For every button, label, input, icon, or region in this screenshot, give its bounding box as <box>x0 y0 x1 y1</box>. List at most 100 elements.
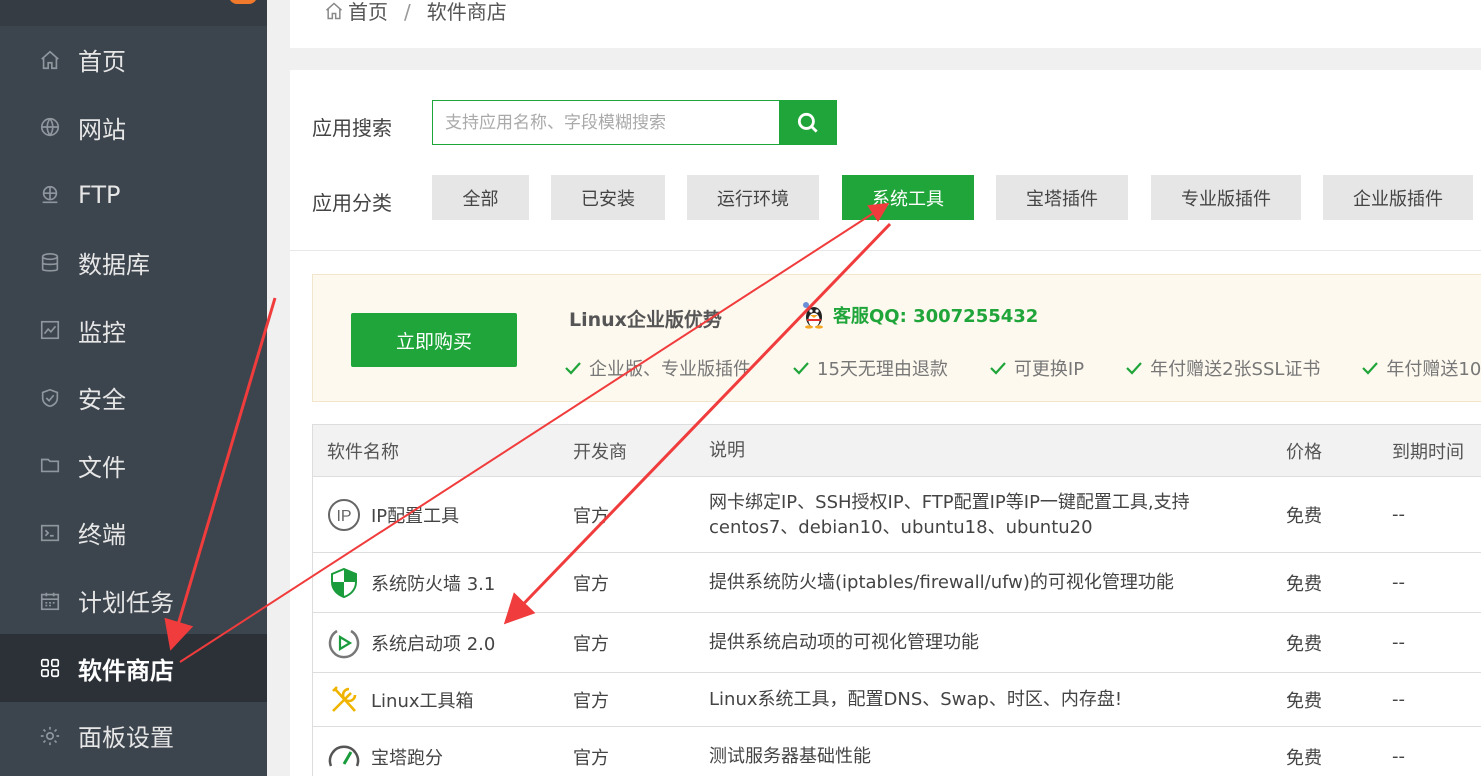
column-header-name[interactable]: 软件名称 <box>313 438 559 464</box>
expire-cell: -- <box>1392 504 1405 525</box>
grid-icon <box>38 656 62 680</box>
search-label: 应用搜索 <box>312 116 392 140</box>
sidebar-item-settings[interactable]: 面板设置 <box>0 702 267 770</box>
category-label: 应用分类 <box>312 191 392 215</box>
category-runtime-button[interactable]: 运行环境 <box>687 175 819 220</box>
qq-penguin-icon <box>801 301 827 329</box>
expire-cell: -- <box>1392 746 1405 767</box>
software-name-cell[interactable]: Linux工具箱 <box>313 683 559 717</box>
sidebar-item-label: 网站 <box>78 115 126 144</box>
price-cell: 免费 <box>1286 633 1322 655</box>
qq-label: 客服QQ: 3007255432 <box>833 306 1039 327</box>
search-input[interactable] <box>445 112 780 133</box>
promo-title: Linux企业版优势 <box>569 309 722 331</box>
developer-cell: 官方 <box>573 747 609 769</box>
sidebar-item-label: 首页 <box>78 48 126 77</box>
sidebar-item-security[interactable]: 安全 <box>0 364 267 432</box>
sidebar-item-store[interactable]: 软件商店 <box>0 634 267 702</box>
promo-feature: 可更换IP <box>988 355 1084 381</box>
monitor-icon <box>38 318 62 342</box>
sidebar: 首页 网站 FTP 数据库 监控 安全 文件 终端 计划任务 软件商店 面板设置 <box>0 0 267 776</box>
sidebar-item-files[interactable]: 文件 <box>0 432 267 500</box>
developer-cell: 官方 <box>573 505 609 527</box>
category-enterprise-plugins-button[interactable]: 企业版插件 <box>1323 175 1473 220</box>
sidebar-nav: 首页 网站 FTP 数据库 监控 安全 文件 终端 计划任务 软件商店 面板设置 <box>0 26 267 770</box>
promo-feature: 15天无理由退款 <box>791 355 948 381</box>
price-cell: 免费 <box>1286 690 1322 712</box>
category-pro-plugins-button[interactable]: 专业版插件 <box>1151 175 1301 220</box>
shield-icon <box>38 386 62 410</box>
search-box <box>432 100 780 145</box>
software-name-cell[interactable]: 宝塔跑分 <box>313 740 559 774</box>
description-cell: 网卡绑定IP、SSH授权IP、FTP配置IP等IP一键配置工具,支持centos… <box>709 491 1190 538</box>
description-cell: Linux系统工具，配置DNS、Swap、时区、内存盘! <box>709 689 1123 710</box>
sidebar-item-label: 计划任务 <box>78 589 174 618</box>
gear-icon <box>38 724 62 748</box>
promo-features: 企业版、专业版插件 15天无理由退款 可更换IP 年付赠送2张SSL证书 年付赠… <box>563 355 1481 381</box>
check-icon <box>988 358 1008 378</box>
software-name-cell[interactable]: IP IP配置工具 <box>313 498 559 532</box>
developer-cell: 官方 <box>573 633 609 655</box>
sidebar-item-label: 软件商店 <box>78 656 174 685</box>
toolbox-wrench-icon <box>327 683 361 717</box>
divider <box>290 250 1481 251</box>
sidebar-item-monitor[interactable]: 监控 <box>0 296 267 364</box>
software-name-cell[interactable]: 系统防火墙 3.1 <box>313 566 559 600</box>
ip-icon: IP <box>327 498 361 532</box>
software-name[interactable]: Linux工具箱 <box>371 687 474 713</box>
promo-feature: 年付赠送2张SSL证书 <box>1124 355 1320 381</box>
table-row: 宝塔跑分 官方 测试服务器基础性能 免费 -- <box>313 727 1481 776</box>
breadcrumb-current: 软件商店 <box>426 0 507 24</box>
column-header-expire: 到期时间 <box>1392 441 1464 463</box>
svg-text:IP: IP <box>336 508 351 525</box>
promo-feature-text: 企业版、专业版插件 <box>589 359 751 380</box>
category-all-button[interactable]: 全部 <box>432 175 529 220</box>
description-cell: 提供系统防火墙(iptables/firewall/ufw)的可视化管理功能 <box>709 572 1174 593</box>
terminal-icon <box>38 521 62 545</box>
notification-badge[interactable] <box>229 0 257 4</box>
expire-cell: -- <box>1392 572 1405 593</box>
sidebar-item-label: 数据库 <box>78 251 150 280</box>
software-name[interactable]: IP配置工具 <box>371 502 459 528</box>
sidebar-item-home[interactable]: 首页 <box>0 26 267 94</box>
category-installed-button[interactable]: 已安装 <box>551 175 665 220</box>
sidebar-item-label: 终端 <box>78 521 126 550</box>
promo-feature-text: 年付赠送2张SSL证书 <box>1150 359 1321 380</box>
sidebar-item-website[interactable]: 网站 <box>0 94 267 162</box>
category-bt-plugins-button[interactable]: 宝塔插件 <box>996 175 1128 220</box>
sidebar-item-ftp[interactable]: FTP <box>0 161 267 229</box>
check-icon <box>791 358 811 378</box>
sidebar-item-database[interactable]: 数据库 <box>0 229 267 297</box>
firewall-shield-icon <box>327 566 361 600</box>
home-icon <box>324 1 344 21</box>
category-system-tools-button[interactable]: 系统工具 <box>842 175 974 220</box>
search-button[interactable] <box>779 100 837 145</box>
sidebar-item-terminal[interactable]: 终端 <box>0 499 267 567</box>
software-name[interactable]: 宝塔跑分 <box>371 744 443 770</box>
check-icon <box>563 358 583 378</box>
ftp-icon <box>38 183 62 207</box>
startup-play-icon <box>327 626 361 660</box>
software-name[interactable]: 系统启动项 2.0 <box>371 630 495 656</box>
software-name-cell[interactable]: 系统启动项 2.0 <box>313 626 559 660</box>
sidebar-item-label: 文件 <box>78 453 126 482</box>
sidebar-item-cron[interactable]: 计划任务 <box>0 567 267 635</box>
price-cell: 免费 <box>1286 747 1322 769</box>
sidebar-item-label: 监控 <box>78 318 126 347</box>
table-header: 软件名称 开发商 说明 价格 到期时间 <box>313 425 1481 477</box>
description-cell: 测试服务器基础性能 <box>709 746 871 767</box>
developer-cell: 官方 <box>573 573 609 595</box>
column-header-developer: 开发商 <box>573 441 627 463</box>
column-header-description: 说明 <box>709 440 745 461</box>
software-table: 软件名称 开发商 说明 价格 到期时间 IP IP配置工具 官方 网卡绑定IP、… <box>312 424 1481 776</box>
gauge-icon <box>327 740 361 774</box>
enterprise-promo-banner: 立即购买 Linux企业版优势 客服QQ: 3007255432 企业版、专业版… <box>312 274 1481 402</box>
check-icon <box>1124 358 1144 378</box>
check-icon <box>1360 358 1380 378</box>
buy-now-button[interactable]: 立即购买 <box>351 313 517 367</box>
software-name[interactable]: 系统防火墙 3.1 <box>371 570 495 596</box>
globe-icon <box>38 115 62 139</box>
breadcrumb-home-link[interactable]: 首页 <box>348 0 388 24</box>
column-header-price[interactable]: 价格 <box>1272 438 1380 464</box>
customer-service-qq[interactable]: 客服QQ: 3007255432 <box>801 301 1038 329</box>
